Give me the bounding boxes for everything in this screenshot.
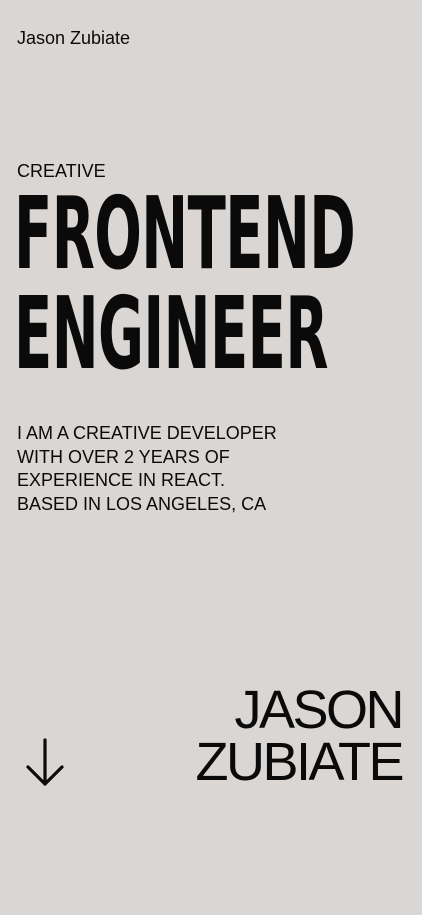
footer-name-line-1: JASON — [234, 680, 404, 740]
headline-line-1: FRONTEND — [14, 175, 356, 292]
page: Jason Zubiate CREATIVE FRONTEND ENGINEER… — [0, 0, 422, 915]
footer-name-line-2: ZUBIATE — [195, 732, 404, 792]
arrow-down-icon[interactable] — [24, 738, 66, 788]
bio-line-1: I AM A CREATIVE DEVELOPER — [17, 423, 277, 443]
hero-headline: FRONTEND ENGINEER — [14, 175, 356, 392]
bio-line-3: EXPERIENCE IN REACT. — [17, 470, 226, 490]
headline-line-2: ENGINEER — [14, 275, 329, 392]
footer-name: JASON ZUBIATE — [195, 680, 404, 792]
hero-bio: I AM A CREATIVE DEVELOPER WITH OVER 2 YE… — [17, 422, 317, 516]
bio-line-2: WITH OVER 2 YEARS OF — [17, 446, 230, 467]
bio-line-4: BASED IN LOS ANGELES, CA — [17, 493, 267, 514]
brand-name[interactable]: Jason Zubiate — [17, 27, 130, 49]
